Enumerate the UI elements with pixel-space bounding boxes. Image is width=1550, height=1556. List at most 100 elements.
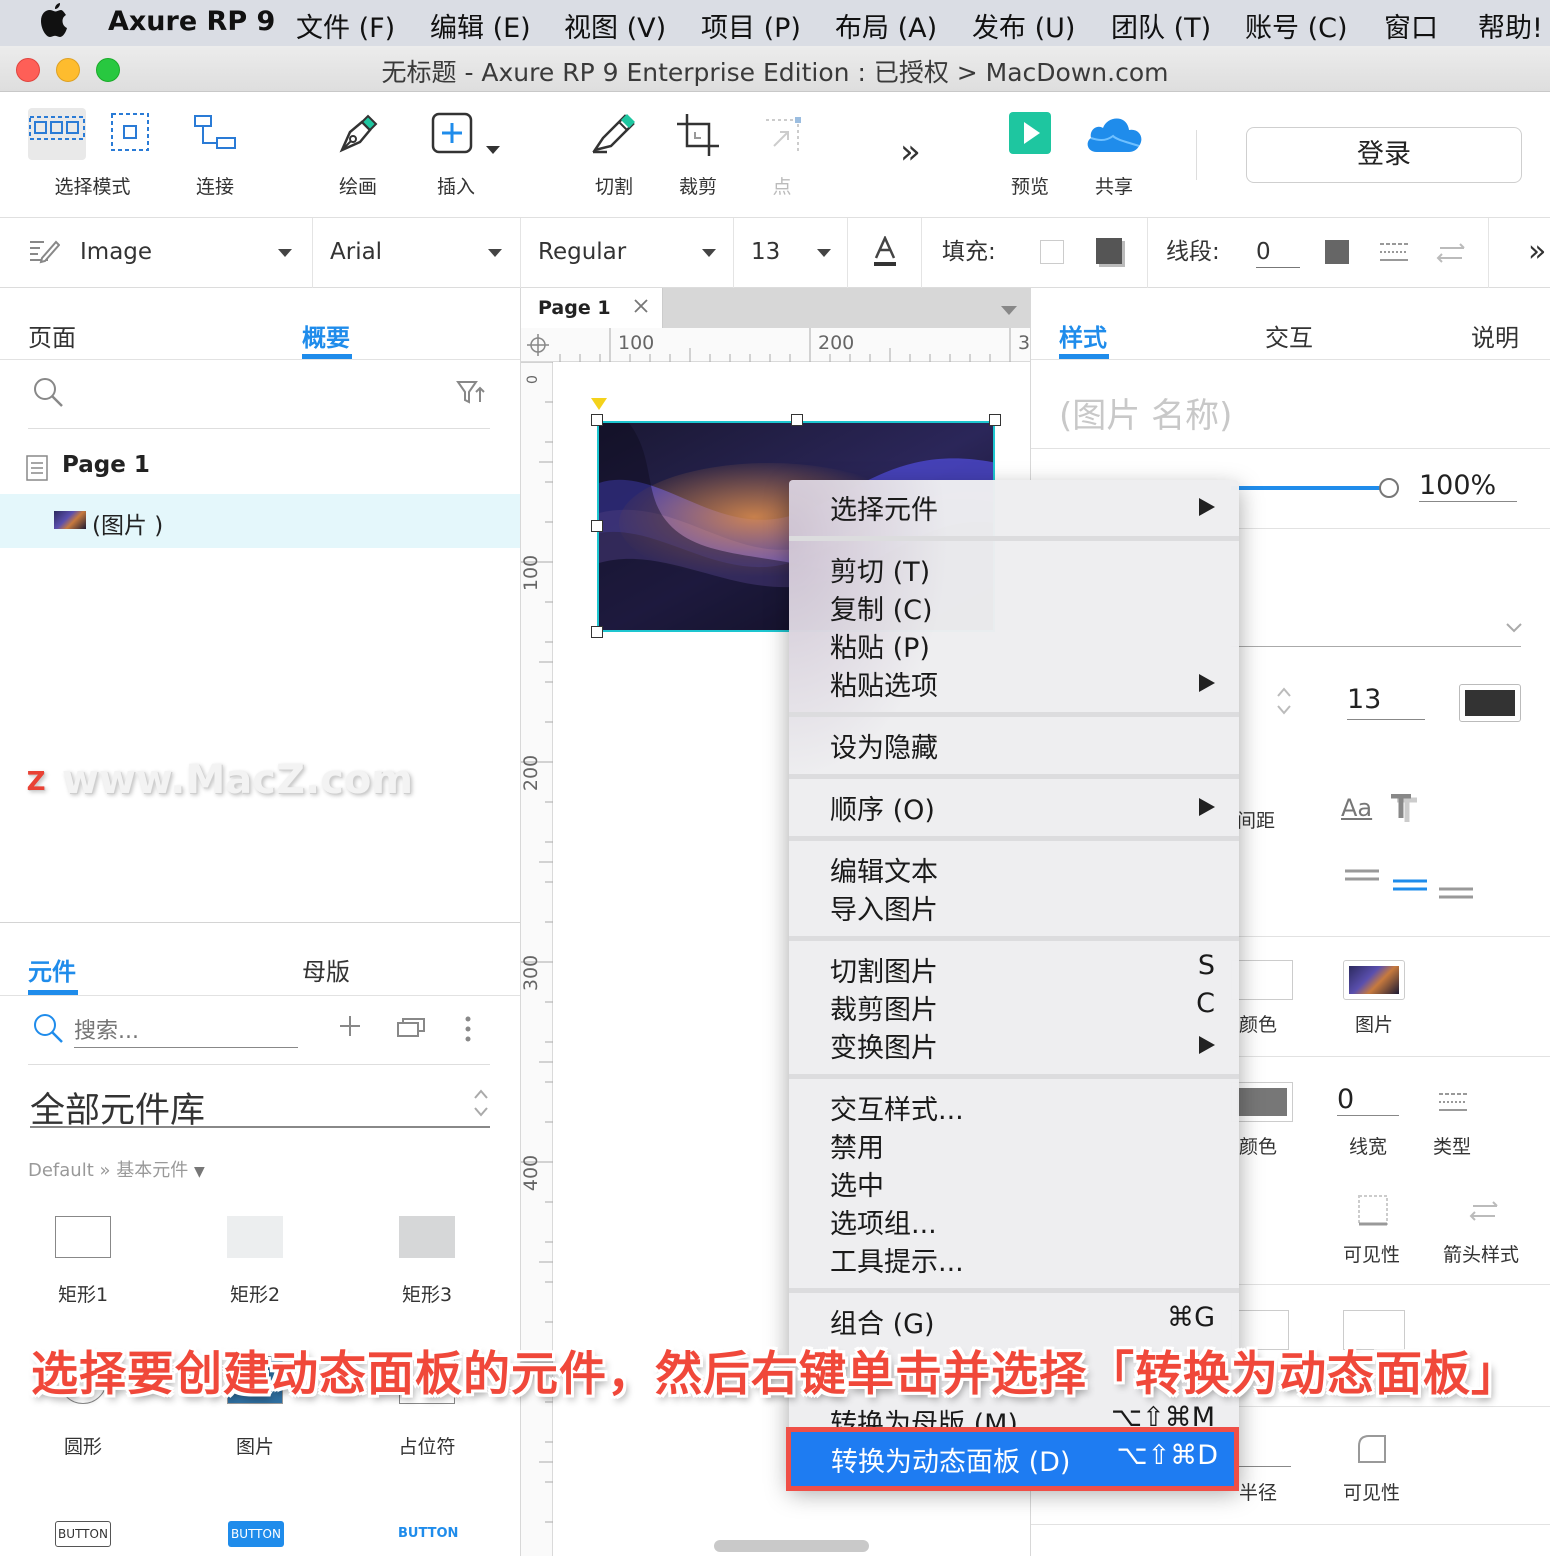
filter-icon[interactable] — [456, 380, 486, 406]
menu-view[interactable]: 视图 (V) — [564, 6, 666, 45]
font-weight-dropdown[interactable]: Regular — [538, 218, 720, 288]
menu-help[interactable]: 帮助! — [1478, 6, 1543, 45]
menu-file[interactable]: 文件 (F) — [296, 6, 395, 45]
font-color-picker[interactable] — [1459, 684, 1521, 722]
font-size-dropdown[interactable]: 13 — [751, 218, 835, 288]
menu-app-name[interactable]: Axure RP 9 — [108, 6, 275, 37]
tab-list-dropdown-icon[interactable] — [1001, 306, 1017, 315]
menu-publish[interactable]: 发布 (U) — [972, 6, 1075, 45]
share-button[interactable]: 共享 — [1078, 92, 1150, 218]
resize-handle-bl[interactable] — [591, 626, 603, 638]
select-mode-button[interactable]: 选择模式 — [24, 92, 160, 218]
paragraph-spacing-icon[interactable] — [1439, 886, 1473, 900]
library-path[interactable]: Default » 基本元件 ▼ — [28, 1156, 205, 1182]
stroke-width-input[interactable]: 0 — [1256, 218, 1300, 268]
font-size-field[interactable]: 13 — [1347, 684, 1425, 720]
library-copy-icon[interactable] — [396, 1016, 426, 1038]
text-color-icon[interactable] — [872, 236, 898, 270]
search-icon[interactable] — [32, 376, 64, 408]
tab-pages[interactable]: 页面 — [28, 318, 76, 353]
border-visibility-icon[interactable] — [1357, 1194, 1389, 1226]
resize-handle-l[interactable] — [591, 520, 603, 532]
menu-item-paste-options[interactable]: 粘贴选项 — [830, 664, 938, 703]
menu-item-selected[interactable]: 选中 — [830, 1164, 884, 1203]
close-tab-icon[interactable] — [633, 298, 649, 314]
menu-layout[interactable]: 布局 (A) — [835, 6, 937, 45]
widget-name-input[interactable]: (图片 名称) — [1059, 388, 1232, 437]
horizontal-scrollbar[interactable] — [714, 1540, 869, 1552]
tab-page1[interactable]: Page 1 — [521, 288, 663, 328]
widget-button-primary[interactable]: BUTTON — [228, 1521, 284, 1547]
menu-team[interactable]: 团队 (T) — [1111, 6, 1211, 45]
format-more-icon[interactable]: » — [1528, 218, 1546, 288]
menu-item-option-group[interactable]: 选项组... — [830, 1202, 937, 1241]
stepper-icon[interactable] — [1275, 684, 1293, 718]
resize-handle-tr[interactable] — [989, 414, 1001, 426]
font-case-icon[interactable]: Aa — [1341, 794, 1372, 822]
connect-button[interactable]: 连接 — [180, 92, 250, 218]
opacity-slider-track[interactable] — [1231, 478, 1399, 498]
apple-icon[interactable] — [38, 2, 72, 40]
opacity-slider-thumb[interactable] — [1379, 478, 1399, 498]
shadow-swatch[interactable] — [1096, 238, 1122, 264]
stroke-pattern-icon[interactable] — [1378, 238, 1410, 266]
border-type-icon[interactable] — [1437, 1088, 1469, 1116]
tab-widgets[interactable]: 元件 — [28, 952, 76, 987]
insert-button[interactable]: 插入 — [418, 92, 508, 218]
tab-style[interactable]: 样式 — [1059, 318, 1107, 353]
point-button[interactable]: 点 — [752, 92, 812, 218]
menu-edit[interactable]: 编辑 (E) — [430, 6, 531, 45]
tab-notes[interactable]: 说明 — [1471, 318, 1519, 353]
login-button[interactable]: 登录 — [1246, 127, 1522, 183]
fill-color-swatch[interactable] — [1040, 240, 1064, 264]
corner-visibility-icon[interactable] — [1357, 1434, 1387, 1464]
line-spacing-icon[interactable] — [1345, 868, 1379, 882]
widget-button-link[interactable]: BUTTON — [398, 1521, 458, 1547]
fill-image-picker[interactable] — [1343, 960, 1405, 1000]
border-width-field[interactable]: 0 — [1337, 1084, 1399, 1116]
menu-item-edit-text[interactable]: 编辑文本 — [830, 850, 938, 889]
ruler-origin-icon[interactable] — [527, 334, 549, 356]
style-edit-icon[interactable] — [28, 236, 60, 268]
font-family-dropdown[interactable]: Arial — [330, 218, 510, 288]
menu-account[interactable]: 账号 (C) — [1245, 6, 1348, 45]
widget-rect3[interactable]: 矩形3 — [372, 1216, 482, 1316]
draw-button[interactable]: 绘画 — [320, 92, 396, 218]
menu-item-convert-to-dynamic-panel[interactable]: 转换为动态面板 (D) ⌥⇧⌘D — [786, 1427, 1239, 1491]
library-select[interactable]: 全部元件库 — [30, 1080, 490, 1131]
menu-item-tooltip[interactable]: 工具提示... — [830, 1240, 964, 1279]
menu-item-disable[interactable]: 禁用 — [830, 1126, 884, 1165]
menu-window[interactable]: 窗口 — [1384, 6, 1438, 45]
style-dropdown[interactable]: Image — [80, 218, 300, 288]
opacity-value[interactable]: 100% — [1419, 470, 1517, 502]
menu-project[interactable]: 项目 (P) — [701, 6, 801, 45]
outline-image-row[interactable]: (图片 ) — [0, 494, 520, 548]
preview-button[interactable]: 预览 — [994, 92, 1066, 218]
widget-rect2[interactable]: 矩形2 — [200, 1216, 310, 1316]
menu-item-interaction-styles[interactable]: 交互样式... — [830, 1088, 964, 1127]
stroke-color-swatch[interactable] — [1325, 240, 1349, 264]
add-library-icon[interactable] — [338, 1014, 362, 1038]
more-tools-button[interactable]: » — [892, 92, 942, 218]
menu-item-copy[interactable]: 复制 (C) — [830, 588, 933, 627]
rotation-handle-icon[interactable] — [591, 398, 607, 410]
menu-item-import-image[interactable]: 导入图片 — [830, 888, 938, 927]
tab-masters[interactable]: 母版 — [302, 952, 350, 987]
menu-item-order[interactable]: 顺序 (O) — [830, 788, 935, 827]
widget-rect1[interactable]: 矩形1 — [28, 1216, 138, 1316]
arrow-style-icon[interactable] — [1436, 240, 1466, 266]
border-color-picker[interactable] — [1231, 1082, 1293, 1122]
menu-item-slice-image[interactable]: 切割图片 — [830, 950, 938, 989]
arrow-style-icon[interactable] — [1469, 1196, 1499, 1226]
menu-item-select-widgets[interactable]: 选择元件 — [830, 488, 938, 527]
widget-search-input[interactable] — [74, 1016, 298, 1048]
menu-item-crop-image[interactable]: 裁剪图片 — [830, 988, 938, 1027]
line-spacing-active-icon[interactable] — [1393, 878, 1427, 892]
crop-button[interactable]: 裁剪 — [662, 92, 734, 218]
menu-item-set-hidden[interactable]: 设为隐藏 — [830, 726, 938, 765]
library-more-icon[interactable] — [464, 1016, 472, 1042]
menu-item-transform-image[interactable]: 变换图片 — [830, 1026, 938, 1065]
resize-handle-tl[interactable] — [591, 414, 603, 426]
menu-item-paste[interactable]: 粘贴 (P) — [830, 626, 930, 665]
tab-interactions[interactable]: 交互 — [1265, 318, 1313, 353]
